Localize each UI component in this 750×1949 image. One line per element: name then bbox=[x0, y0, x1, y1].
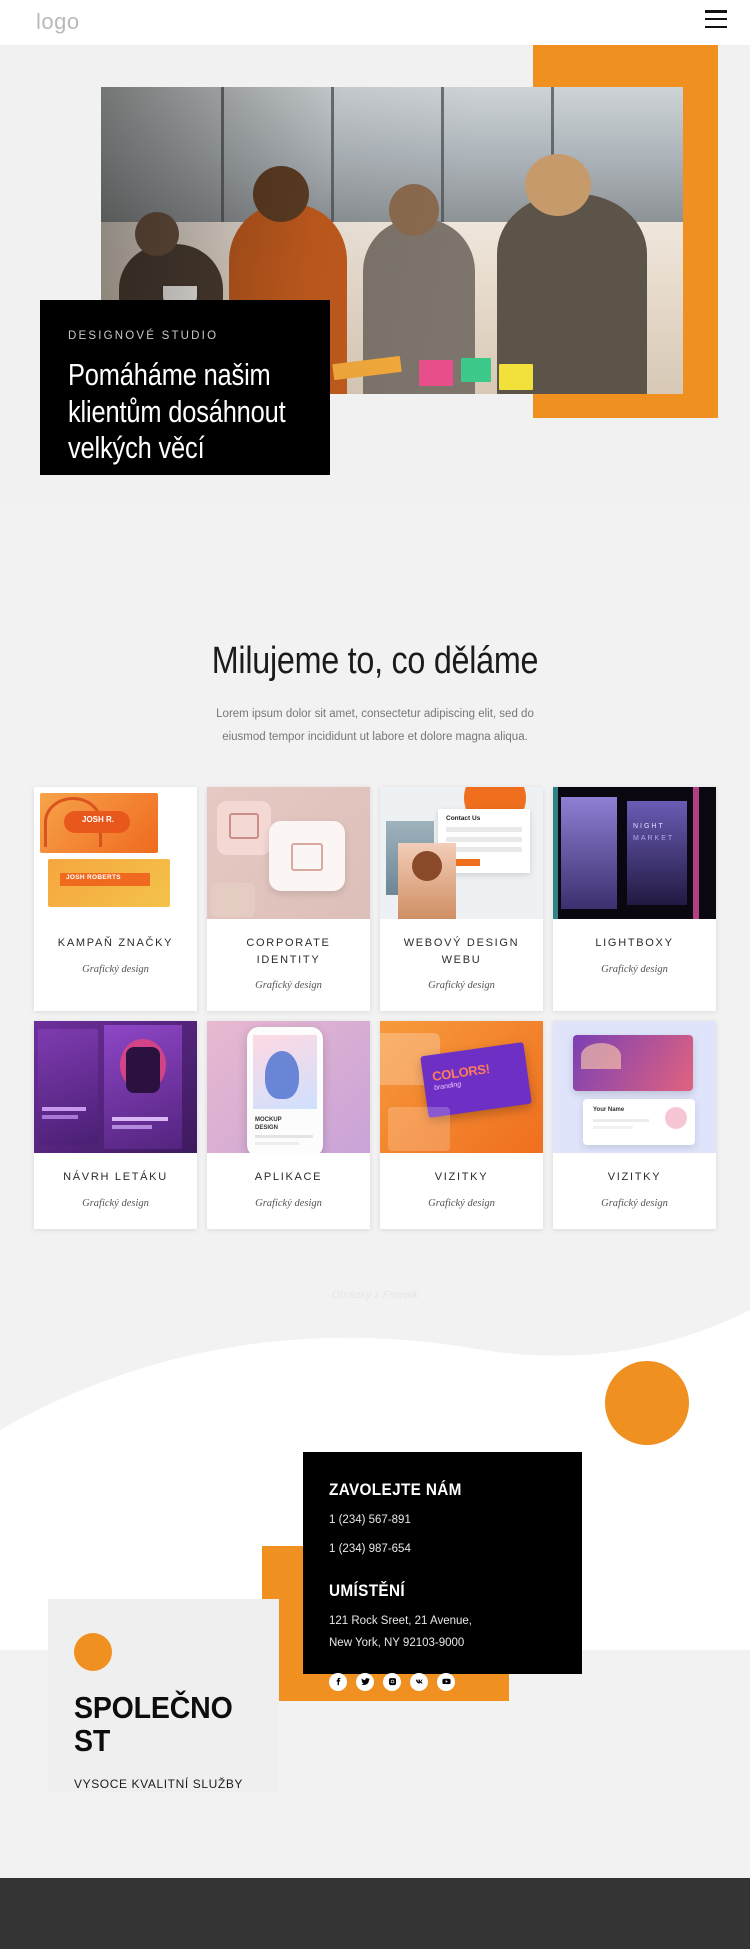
hero-title-line-3: velkých věcí bbox=[68, 430, 205, 466]
contact-call-heading: ZAVOLEJTE NÁM bbox=[329, 1480, 462, 1499]
orange-circle-decoration bbox=[605, 1361, 689, 1445]
portfolio-card-subtitle: Grafický design bbox=[82, 1197, 149, 1209]
portfolio-card-title: VIZITKY bbox=[434, 1171, 489, 1183]
intro-section: Milujeme to, co děláme Lorem ipsum dolor… bbox=[0, 640, 750, 749]
contact-block: ZAVOLEJTE NÁM 1 (234) 567-891 1 (234) 98… bbox=[303, 1452, 582, 1691]
social-links bbox=[329, 1672, 556, 1691]
company-subtitle: VYSOCE KVALITNÍ SLUŽBY bbox=[74, 1776, 244, 1791]
section-paragraph: Lorem ipsum dolor sit amet, consectetur … bbox=[216, 708, 534, 743]
company-heading: SPOLEČNOST bbox=[74, 1690, 233, 1759]
portfolio-card-subtitle: Grafický design bbox=[601, 963, 668, 975]
contact-phone-2[interactable]: 1 (234) 987-654 bbox=[329, 1540, 556, 1558]
site-logo[interactable]: logo bbox=[36, 9, 80, 35]
hero-title-line-2: klientům dosáhnout bbox=[68, 393, 286, 429]
facebook-icon[interactable] bbox=[329, 1672, 347, 1691]
portfolio-card-title: WEBOVÝ DESIGN WEBU bbox=[403, 937, 520, 966]
lightbox-thumb: NIGHT MARKET bbox=[553, 787, 716, 919]
portfolio-card[interactable]: Contact Us WEBOVÝ DESIGN WEBU Grafický d… bbox=[380, 787, 543, 1011]
contact-phone-1[interactable]: 1 (234) 567-891 bbox=[329, 1511, 556, 1529]
portfolio-card-subtitle: Grafický design bbox=[428, 980, 495, 991]
portfolio-card-subtitle: Grafický design bbox=[255, 1197, 322, 1209]
brand-campaign-thumb: JOSH R. JOSH ROBERTS bbox=[34, 787, 197, 919]
portfolio-card-body: WEBOVÝ DESIGN WEBU Grafický design bbox=[380, 919, 543, 1011]
portfolio-card-subtitle: Grafický design bbox=[255, 980, 322, 991]
hero-section: DESIGNOVÉ STUDIO Pomáháme našim klientům… bbox=[0, 38, 750, 500]
portfolio-card-title: VIZITKY bbox=[607, 1171, 662, 1183]
instagram-icon[interactable] bbox=[383, 1672, 401, 1691]
portfolio-card-body: LIGHTBOXY Grafický design bbox=[553, 919, 716, 995]
portfolio-card[interactable]: NIGHT MARKET LIGHTBOXY Grafický design bbox=[553, 787, 716, 1011]
company-block: SPOLEČNOST VYSOCE KVALITNÍ SLUŽBY bbox=[48, 1599, 279, 1792]
page-root: logo DESIGNOVÉ STUDIO Pomáháme našim kli… bbox=[0, 0, 750, 1949]
hero-text-block: DESIGNOVÉ STUDIO Pomáháme našim klientům… bbox=[40, 300, 330, 475]
portfolio-card-title: KAMPAŇ ZNAČKY bbox=[57, 937, 174, 949]
portfolio-card-title: NÁVRH LETÁKU bbox=[63, 1171, 168, 1183]
hamburger-bar bbox=[705, 25, 727, 28]
hero-kicker: DESIGNOVÉ STUDIO bbox=[68, 330, 219, 342]
corporate-identity-thumb bbox=[207, 787, 370, 919]
portfolio-card[interactable]: JOSH R. JOSH ROBERTS KAMPAŇ ZNAČKY Grafi… bbox=[34, 787, 197, 1011]
youtube-icon[interactable] bbox=[437, 1672, 455, 1691]
portfolio-card-subtitle: Grafický design bbox=[82, 963, 149, 975]
portfolio-card-subtitle: Grafický design bbox=[428, 1197, 495, 1209]
web-design-thumb: Contact Us bbox=[380, 787, 543, 919]
portfolio-card[interactable]: Your Name VIZITKY Grafický design bbox=[553, 1021, 716, 1229]
portfolio-card-body: APLIKACE Grafický design bbox=[207, 1153, 370, 1229]
business-cards-pastel-thumb: Your Name bbox=[553, 1021, 716, 1153]
hamburger-menu-icon[interactable] bbox=[705, 10, 727, 28]
portfolio-card-body: KAMPAŇ ZNAČKY Grafický design bbox=[34, 919, 197, 995]
business-cards-orange-thumb: COLORS! branding bbox=[380, 1021, 543, 1153]
contact-location-heading: UMÍSTĚNÍ bbox=[329, 1580, 405, 1600]
flyer-design-thumb bbox=[34, 1021, 197, 1153]
portfolio-card-body: VIZITKY Grafický design bbox=[380, 1153, 543, 1229]
portfolio-card-subtitle: Grafický design bbox=[601, 1197, 668, 1209]
portfolio-card[interactable]: MOCKUP DESIGN APLIKACE Grafický design bbox=[207, 1021, 370, 1229]
hamburger-bar bbox=[705, 17, 727, 21]
section-heading: Milujeme to, co děláme bbox=[211, 640, 539, 682]
hamburger-bar bbox=[705, 10, 727, 13]
portfolio-card-title: CORPORATE IDENTITY bbox=[246, 937, 331, 966]
portfolio-card-title: APLIKACE bbox=[254, 1171, 323, 1183]
portfolio-card[interactable]: CORPORATE IDENTITY Grafický design bbox=[207, 787, 370, 1011]
vk-icon[interactable] bbox=[410, 1672, 428, 1691]
portfolio-card[interactable]: NÁVRH LETÁKU Grafický design bbox=[34, 1021, 197, 1229]
portfolio-card-body: NÁVRH LETÁKU Grafický design bbox=[34, 1153, 197, 1229]
site-footer bbox=[0, 1878, 750, 1949]
hero-title-line-1: Pomáháme našim bbox=[68, 357, 271, 392]
orange-dot-icon bbox=[74, 1633, 112, 1671]
contact-address-line-1: 121 Rock Sreet, 21 Avenue, bbox=[329, 1614, 472, 1627]
portfolio-card[interactable]: COLORS! branding VIZITKY Grafický design bbox=[380, 1021, 543, 1229]
image-credit: Obrázky z Freepik bbox=[331, 1290, 419, 1301]
contact-address-line-2: New York, NY 92103-9000 bbox=[329, 1637, 465, 1650]
portfolio-card-body: VIZITKY Grafický design bbox=[553, 1153, 716, 1229]
hero-title: Pomáháme našim klientům dosáhnout velkýc… bbox=[68, 357, 286, 467]
twitter-icon[interactable] bbox=[356, 1672, 374, 1691]
portfolio-card-body: CORPORATE IDENTITY Grafický design bbox=[207, 919, 370, 1011]
portfolio-card-title: LIGHTBOXY bbox=[595, 937, 674, 949]
app-design-thumb: MOCKUP DESIGN bbox=[207, 1021, 370, 1153]
portfolio-grid: JOSH R. JOSH ROBERTS KAMPAŇ ZNAČKY Grafi… bbox=[34, 787, 716, 1229]
site-header: logo bbox=[0, 0, 750, 45]
